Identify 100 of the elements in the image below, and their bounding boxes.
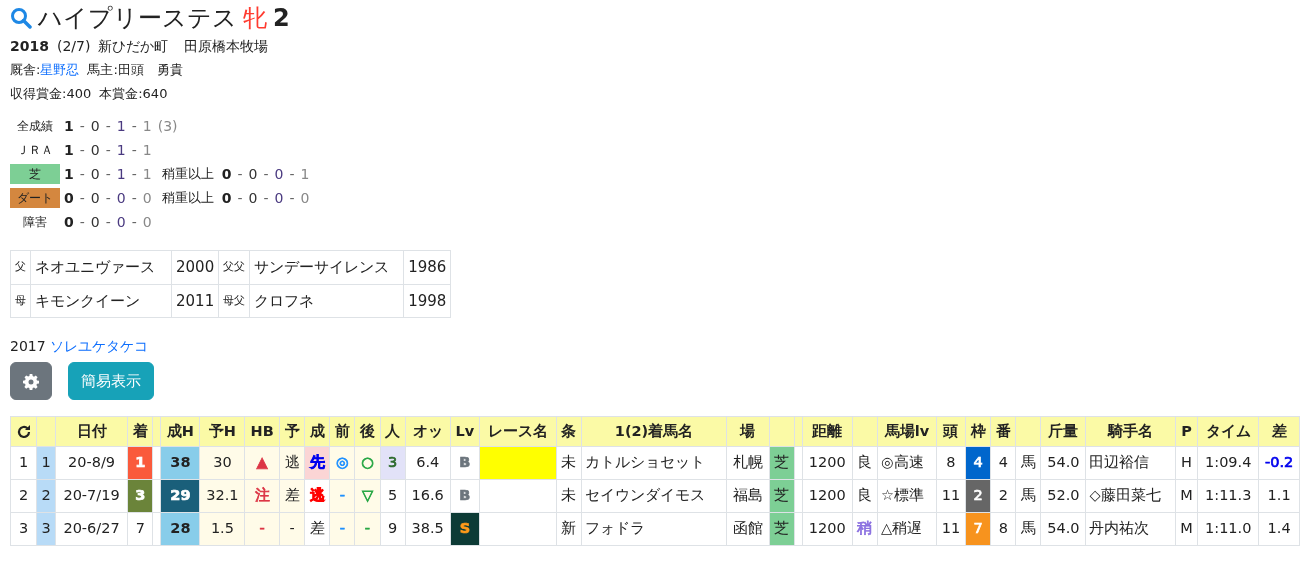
- record-count: 1: [300, 164, 310, 184]
- table-cell: 11: [936, 479, 966, 513]
- trainer-link[interactable]: 星野忍: [40, 58, 80, 82]
- column-header: 斤量: [1041, 416, 1086, 447]
- column-header: 人: [380, 416, 406, 447]
- table-cell: 未: [556, 479, 582, 513]
- table-cell: M: [1175, 479, 1198, 513]
- table-cell: 福島: [726, 479, 769, 513]
- cell-text: 7: [973, 520, 983, 537]
- table-cell: △稍遅: [877, 512, 937, 546]
- record-count: 0: [90, 140, 100, 160]
- record-count: 1: [64, 164, 74, 184]
- record-dash: -: [263, 188, 269, 208]
- earned-prize: 収得賞金:400: [10, 85, 92, 103]
- cell-text: 注: [254, 487, 270, 504]
- table-cell: 54.0: [1041, 512, 1086, 546]
- cell-text: 1: [135, 454, 146, 471]
- settings-button[interactable]: [10, 362, 52, 400]
- pedigree-cell: 1986: [403, 250, 451, 284]
- table-cell: 1:11.3: [1197, 479, 1259, 513]
- table-cell: 1200: [802, 479, 853, 513]
- birth-year: 2018: [10, 37, 49, 56]
- record-count: 0: [64, 188, 74, 208]
- record-count: 0: [116, 188, 126, 208]
- table-cell: ◇藤田菜七: [1085, 479, 1176, 513]
- record-count: 1: [64, 116, 74, 136]
- cell-text: 3: [388, 454, 398, 471]
- record-dash: -: [131, 164, 137, 184]
- table-cell: 札幌: [726, 446, 769, 480]
- record-dash: -: [105, 212, 111, 232]
- pedigree-cell: 1998: [403, 284, 451, 318]
- record-label: 障害: [22, 214, 48, 231]
- sibling-link[interactable]: ソレユケタケコ: [49, 334, 148, 358]
- cell-text: 3: [135, 487, 146, 504]
- record-count: 1: [116, 140, 126, 160]
- cell-text: -0.2: [1265, 454, 1294, 471]
- column-header: P: [1175, 416, 1198, 447]
- pedigree-cell: 2000: [171, 250, 219, 284]
- column-header: 予H: [199, 416, 245, 447]
- table-cell: 8: [936, 446, 966, 480]
- table-cell: 52.0: [1041, 479, 1086, 513]
- cell-text: ▽: [361, 487, 374, 504]
- breeder-name: 田原橋本牧場: [184, 37, 269, 56]
- table-cell: 20-7/19: [55, 479, 128, 513]
- owner-label: 馬主:: [87, 61, 118, 79]
- cell-text: -: [339, 487, 345, 504]
- table-cell: 5: [380, 479, 406, 513]
- record-count: 0: [142, 188, 152, 208]
- simple-view-button[interactable]: 簡易表示: [68, 362, 154, 400]
- column-header: 馬場lv: [877, 416, 937, 447]
- column-header: 差: [1258, 416, 1300, 447]
- table-cell: 20-6/27: [55, 512, 128, 546]
- record-count: 1: [116, 116, 126, 136]
- table-cell: セイウンダイモス: [581, 479, 727, 513]
- record-count: 0: [90, 116, 100, 136]
- table-cell: 1200: [802, 512, 853, 546]
- cell-text: S: [459, 520, 471, 537]
- pedigree-cell: キモンクイーン: [30, 284, 172, 318]
- column-header: 前: [329, 416, 355, 447]
- record-dash: -: [105, 188, 111, 208]
- table-cell: 未: [556, 446, 582, 480]
- column-header: タイム: [1197, 416, 1259, 447]
- record-count: 0: [90, 164, 100, 184]
- horse-name: ハイプリーステス: [38, 3, 237, 34]
- cell-text: ◎: [336, 454, 349, 471]
- column-header: 場: [726, 416, 769, 447]
- column-header: 成: [304, 416, 330, 447]
- table-cell: 11: [936, 512, 966, 546]
- record-dash: -: [237, 188, 243, 208]
- record-label: 全成績: [16, 118, 54, 135]
- pedigree-cell: 2011: [171, 284, 219, 318]
- search-icon[interactable]: [10, 7, 32, 29]
- table-cell: 2: [10, 479, 37, 513]
- table-cell: 54.0: [1041, 446, 1086, 480]
- record-dash: -: [131, 116, 137, 136]
- table-cell: 2: [990, 479, 1016, 513]
- record-count: 0: [221, 188, 232, 208]
- record-count: 1: [64, 140, 74, 160]
- pedigree-cell: 母: [10, 284, 31, 318]
- pedigree-cell: クロフネ: [249, 284, 404, 318]
- owner-name: 田頭 勇貴: [117, 61, 183, 79]
- pedigree-cell: 父: [10, 250, 31, 284]
- cell-text: 4: [973, 454, 983, 471]
- sibling-year: 2017: [10, 337, 46, 356]
- cell-text: -: [364, 520, 371, 537]
- column-header: 枠: [965, 416, 991, 447]
- table-cell: ☆標準: [877, 479, 937, 513]
- record-dash: -: [105, 116, 111, 136]
- record-count: 0: [274, 164, 284, 184]
- table-cell: H: [1175, 446, 1198, 480]
- cell-text: ▲: [256, 454, 268, 471]
- table-cell: 1.4: [1258, 512, 1300, 546]
- refresh-icon[interactable]: [15, 423, 32, 440]
- record-count: 0: [300, 188, 310, 208]
- cell-text: B: [459, 454, 471, 471]
- table-cell: 1.1: [1258, 479, 1300, 513]
- column-header: HB: [244, 416, 280, 447]
- pedigree-cell: 母父: [218, 284, 250, 318]
- table-cell: 3: [10, 512, 37, 546]
- column-header: 条: [556, 416, 582, 447]
